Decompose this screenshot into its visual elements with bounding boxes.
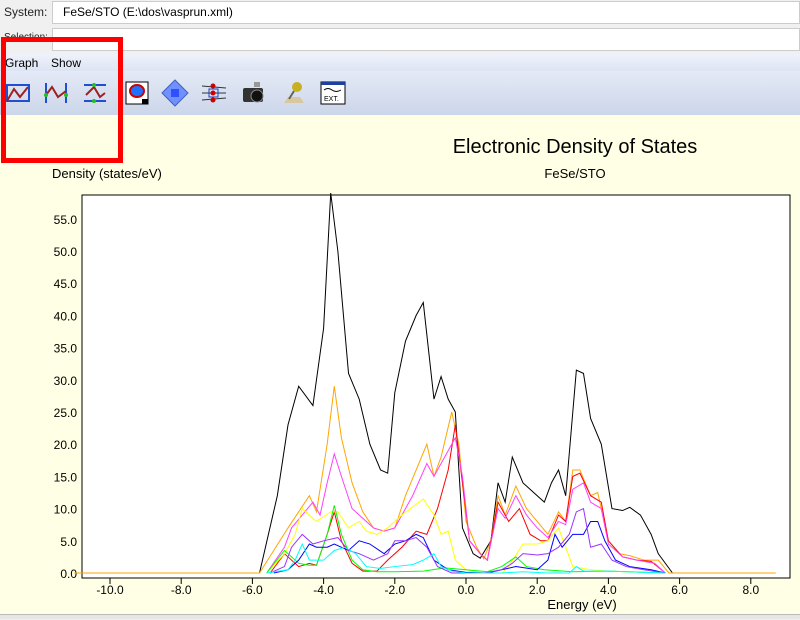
x-tick-label: 4.0 [600, 583, 617, 597]
x-axis-label: Energy (eV) [547, 597, 616, 612]
y-tick-label: 5.0 [60, 535, 77, 549]
menu-show[interactable]: Show [51, 56, 81, 70]
selection-row: Selection: [0, 27, 800, 52]
x-tick-label: 2.0 [529, 583, 546, 597]
chart-subtitle: FeSe/STO [544, 166, 605, 181]
x-tick-label: 6.0 [671, 583, 688, 597]
y-axis-label: Density (states/eV) [52, 166, 162, 181]
status-strip [0, 614, 800, 619]
camera-icon[interactable] [240, 79, 268, 107]
y-tick-label: 35.0 [54, 342, 78, 356]
x-tick-label: 8.0 [742, 583, 759, 597]
x-tick-label: 0.0 [458, 583, 475, 597]
zoom-lens-icon[interactable] [123, 79, 151, 107]
y-tick-label: 25.0 [54, 406, 78, 420]
menu-graph[interactable]: Graph [5, 56, 38, 70]
x-tick-label: -2.0 [384, 583, 405, 597]
y-tick-label: 50.0 [54, 245, 78, 259]
x-tick-label: -10.0 [96, 583, 124, 597]
dos-chart: Electronic Density of States FeSe/STO De… [0, 115, 800, 615]
ext-icon[interactable]: EXT. [319, 79, 347, 107]
series-settings-icon[interactable] [200, 79, 228, 107]
y-tick-label: 55.0 [54, 213, 78, 227]
selection-label: Selection: [4, 32, 48, 43]
x-tick-label: -4.0 [313, 583, 334, 597]
chart-svg: Electronic Density of States FeSe/STO De… [52, 136, 791, 612]
x-tick-label: -6.0 [242, 583, 263, 597]
selection-field[interactable] [52, 28, 800, 51]
horizontal-range-icon[interactable] [81, 79, 109, 107]
svg-text:EXT.: EXT. [324, 96, 339, 103]
system-field[interactable]: FeSe/STO (E:\dos\vasprun.xml) [52, 1, 800, 24]
system-row: System: FeSe/STO (E:\dos\vasprun.xml) [0, 0, 800, 25]
pan-arrows-icon[interactable] [161, 79, 189, 107]
x-tick-label: -8.0 [171, 583, 192, 597]
graph-frame-icon[interactable] [4, 79, 32, 107]
menu-bar: Graph Show [0, 54, 800, 71]
pin-icon[interactable] [280, 79, 308, 107]
y-tick-label: 20.0 [54, 438, 78, 452]
chart-title: Electronic Density of States [453, 136, 698, 158]
y-tick-label: 10.0 [54, 503, 78, 517]
toolbar: EXT. [0, 71, 800, 115]
y-tick-label: 30.0 [54, 374, 78, 388]
y-tick-label: 0.0 [60, 567, 77, 581]
y-tick-label: 15.0 [54, 470, 78, 484]
y-tick-label: 40.0 [54, 309, 78, 323]
vertical-range-icon[interactable] [42, 79, 70, 107]
system-label: System: [4, 5, 48, 19]
y-tick-label: 45.0 [54, 277, 78, 291]
